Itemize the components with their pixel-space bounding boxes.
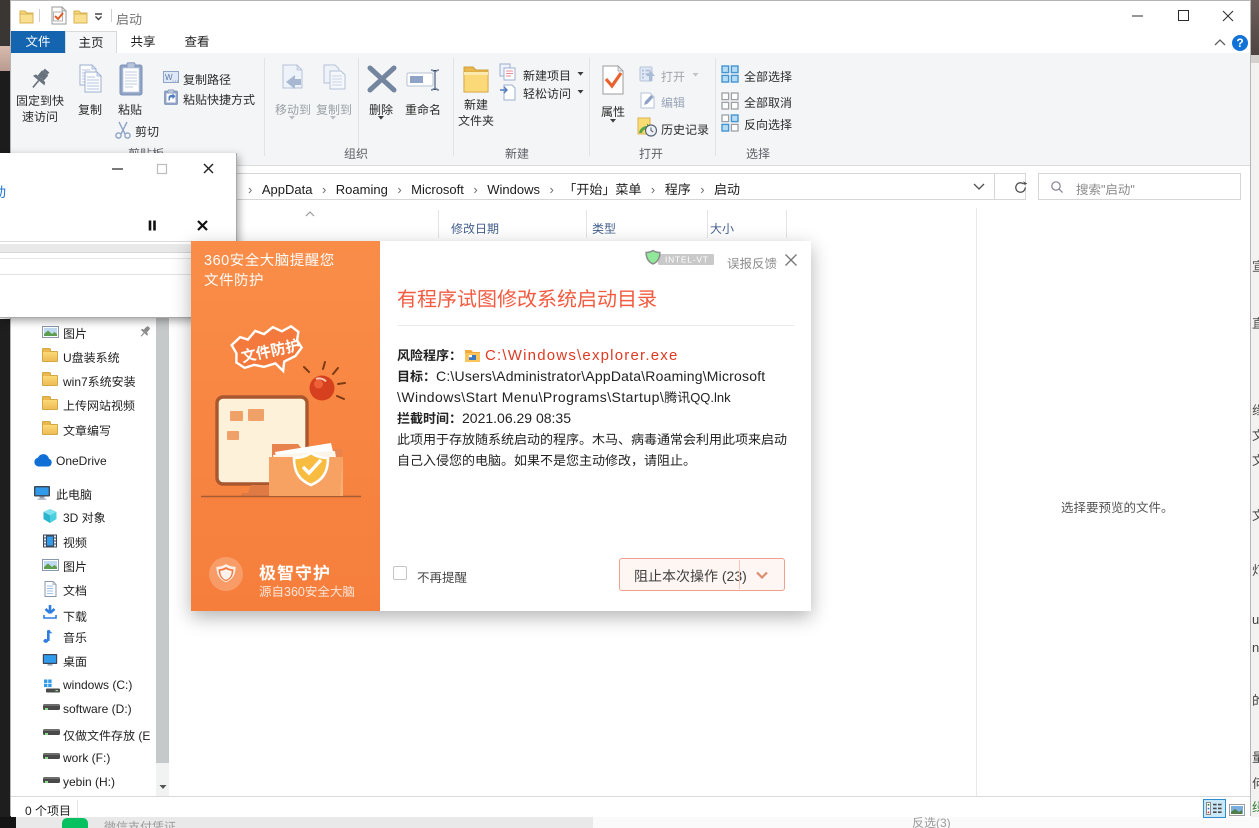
svg-text:...: ... xyxy=(172,75,179,84)
svg-text:?: ? xyxy=(1236,36,1243,50)
svg-text:INTEL-VT: INTEL-VT xyxy=(665,255,709,265)
